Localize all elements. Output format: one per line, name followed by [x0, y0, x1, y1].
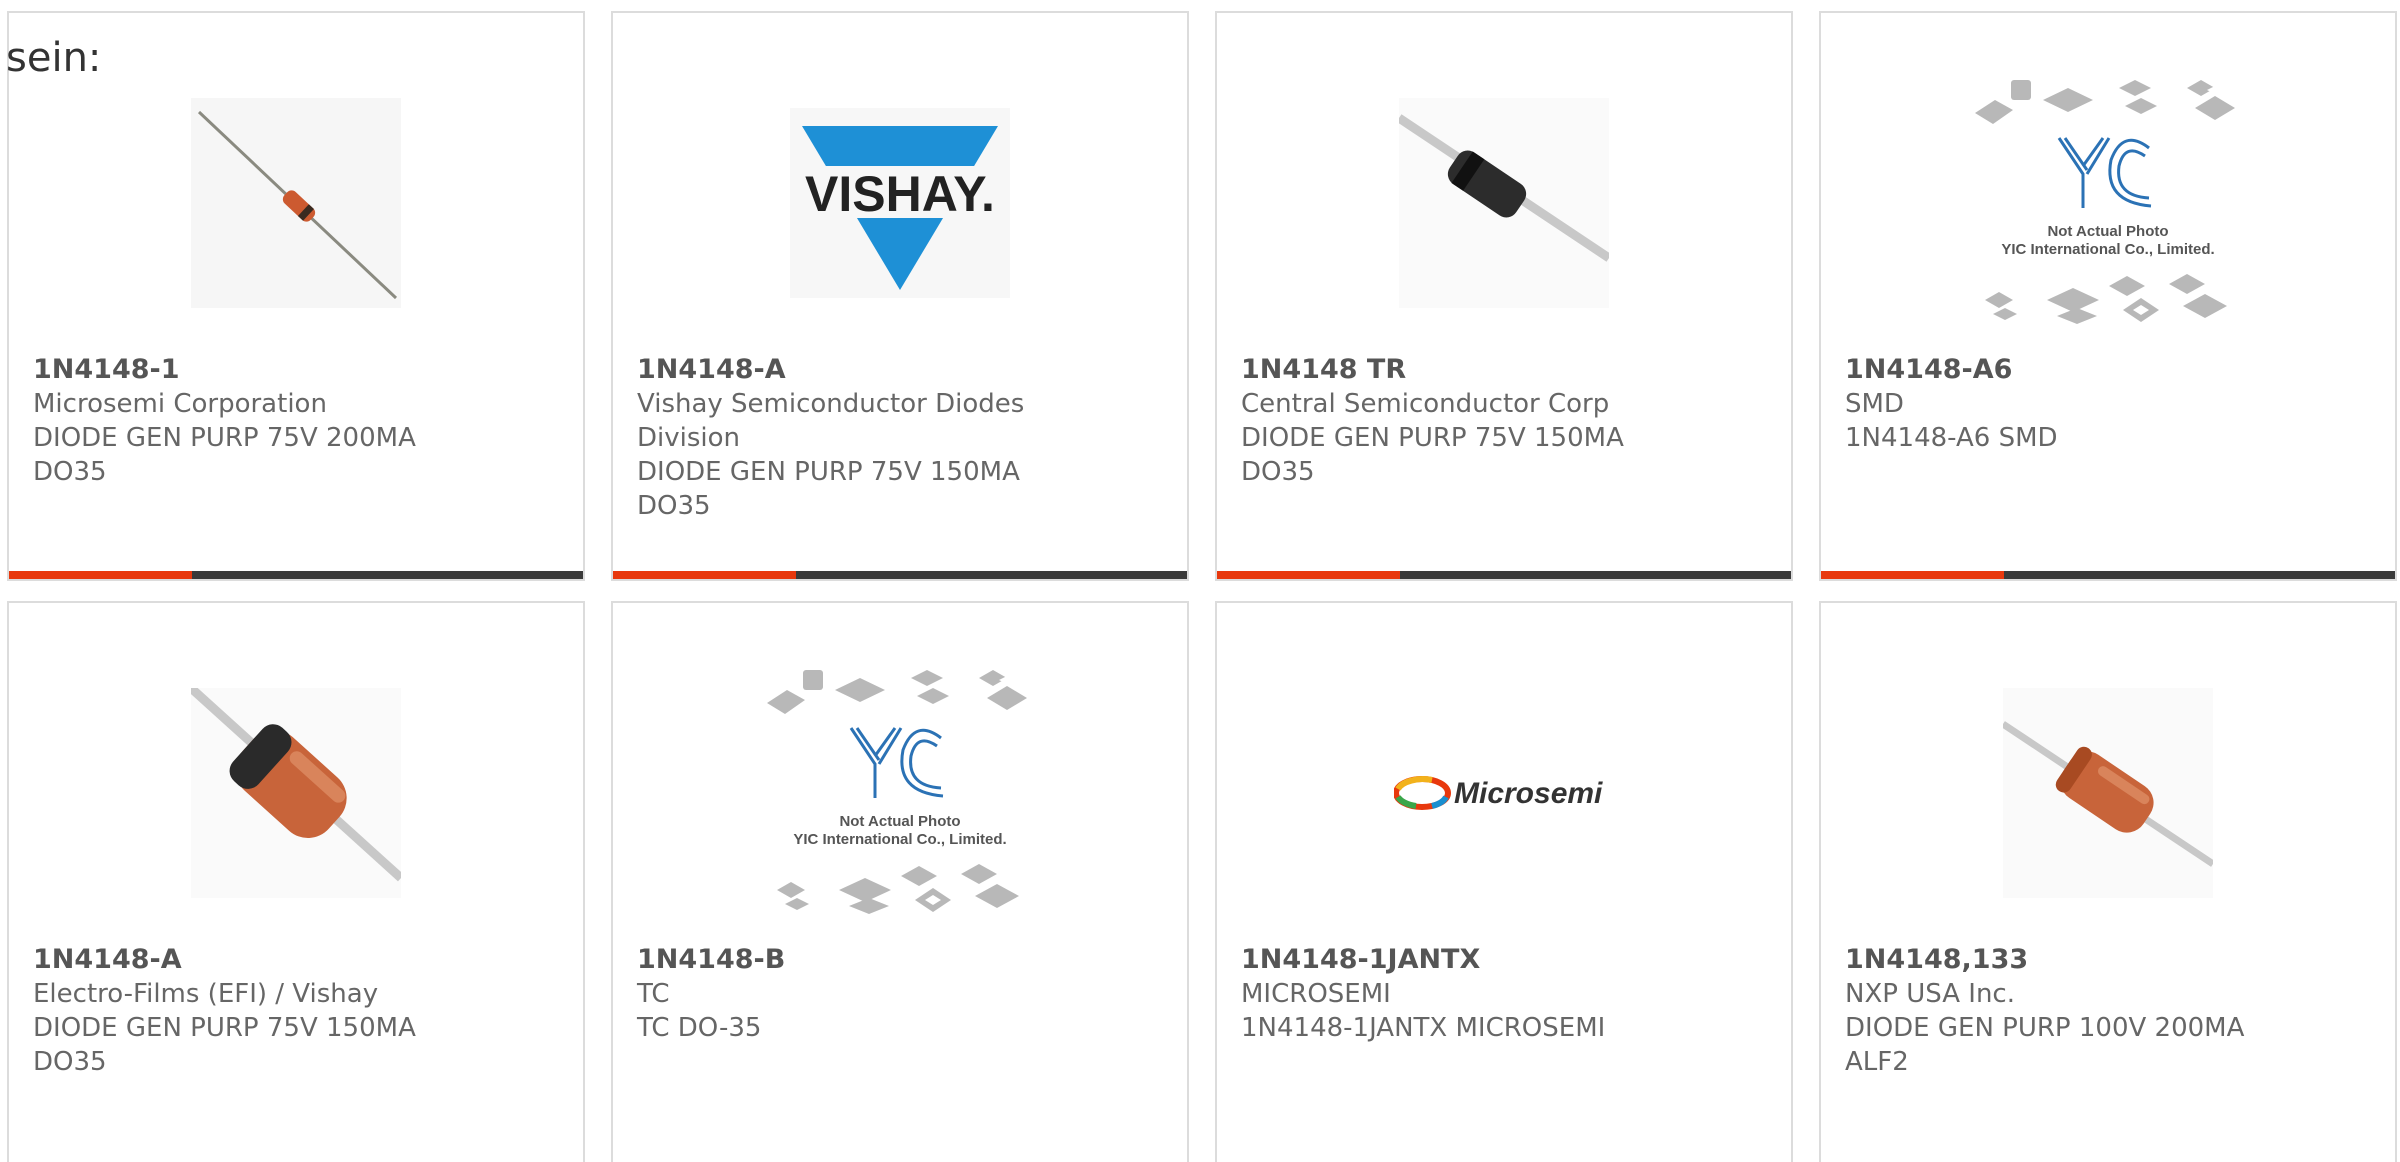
placeholder-text: Not Actual Photo [2047, 223, 2168, 240]
black-diode-photo-icon [1399, 98, 1609, 308]
part-number[interactable]: 1N4148-1JANTX [1241, 943, 1771, 977]
manufacturer: SMD [1845, 389, 1904, 419]
product-image[interactable] [9, 663, 583, 923]
description-line: 1N4148-1JANTX MICROSEMI [1241, 1013, 1606, 1043]
product-image[interactable]: Not Actual Photo YIC International Co., … [613, 663, 1187, 923]
product-info: 1N4148-1 Microsemi Corporation DIODE GEN… [33, 353, 563, 489]
orange-diode-photo-icon [191, 688, 401, 898]
product-card[interactable]: 1N4148 TR Central Semiconductor Corp DIO… [1215, 11, 1793, 581]
yic-placeholder-icon: Not Actual Photo YIC International Co., … [1973, 78, 2243, 328]
product-info: 1N4148-A Vishay Semiconductor Diodes Div… [637, 353, 1167, 523]
product-info: 1N4148-1JANTX MICROSEMI 1N4148-1JANTX MI… [1241, 943, 1771, 1045]
product-card[interactable]: Microsemi 1N4148-1JANTX MICROSEMI 1N4148… [1215, 601, 1793, 1162]
manufacturer: Electro-Films (EFI) / Vishay [33, 979, 379, 1009]
product-info: 1N4148-A6 SMD 1N4148-A6 SMD [1845, 353, 2375, 455]
yic-placeholder-icon: Not Actual Photo YIC International Co., … [765, 668, 1035, 918]
part-number[interactable]: 1N4148-1 [33, 353, 563, 387]
small-glass-diode-photo-icon [191, 98, 401, 308]
manufacturer: TC [637, 979, 670, 1009]
product-card[interactable]: Not Actual Photo YIC International Co., … [1819, 11, 2397, 581]
description-line: ALF2 [1845, 1047, 1909, 1077]
vishay-logo-icon: VISHAY. [790, 108, 1010, 298]
microsemi-logo-icon: Microsemi [1394, 776, 1603, 810]
description-line: DO35 [33, 457, 107, 487]
manufacturer: Microsemi Corporation [33, 389, 327, 419]
product-card[interactable]: Not Actual Photo YIC International Co., … [611, 601, 1189, 1162]
product-card[interactable]: 1N4148-1 Microsemi Corporation DIODE GEN… [7, 11, 585, 581]
placeholder-text: Not Actual Photo [839, 813, 960, 830]
part-number[interactable]: 1N4148-A [637, 353, 1167, 387]
microsemi-logo-text: Microsemi [1454, 777, 1603, 810]
page: sein: 1N4148-1 Microsemi Corporation DIO… [0, 0, 2400, 1162]
product-image[interactable]: Microsemi [1217, 663, 1791, 923]
product-card[interactable]: 1N4148,133 NXP USA Inc. DIODE GEN PURP 1… [1819, 601, 2397, 1162]
vishay-logo-text: VISHAY. [805, 166, 995, 222]
part-number[interactable]: 1N4148-A [33, 943, 563, 977]
product-card[interactable]: 1N4148-A Electro-Films (EFI) / Vishay DI… [7, 601, 585, 1162]
part-number[interactable]: 1N4148-B [637, 943, 1167, 977]
description-line: DO35 [1241, 457, 1315, 487]
orange-diode-photo-icon [2003, 688, 2213, 898]
product-image[interactable] [1217, 73, 1791, 333]
product-info: 1N4148-A Electro-Films (EFI) / Vishay DI… [33, 943, 563, 1079]
intro-text: sein: [6, 35, 102, 81]
product-info: 1N4148 TR Central Semiconductor Corp DIO… [1241, 353, 1771, 489]
manufacturer: Vishay Semiconductor Diodes [637, 389, 1025, 419]
description-line: DO35 [33, 1047, 107, 1077]
description-line: DO35 [637, 491, 711, 521]
description-line: DIODE GEN PURP 75V 200MA [33, 423, 416, 453]
placeholder-text: YIC International Co., Limited. [2001, 241, 2214, 258]
description-line: DIODE GEN PURP 75V 150MA [637, 457, 1020, 487]
product-info: 1N4148-B TC TC DO-35 [637, 943, 1167, 1045]
part-number[interactable]: 1N4148-A6 [1845, 353, 2375, 387]
card-bottom-bar [1821, 571, 2395, 579]
manufacturer: Central Semiconductor Corp [1241, 389, 1610, 419]
part-number[interactable]: 1N4148,133 [1845, 943, 2375, 977]
card-accent [613, 571, 796, 579]
product-image[interactable]: VISHAY. [613, 73, 1187, 333]
card-accent [1821, 571, 2004, 579]
product-card[interactable]: VISHAY. 1N4148-A Vishay Semiconductor Di… [611, 11, 1189, 581]
product-image[interactable] [1821, 663, 2395, 923]
description-line: DIODE GEN PURP 75V 150MA [33, 1013, 416, 1043]
card-accent [1217, 571, 1400, 579]
product-grid: 1N4148-1 Microsemi Corporation DIODE GEN… [7, 11, 2400, 1162]
product-image[interactable] [9, 73, 583, 333]
card-bottom-bar [613, 571, 1187, 579]
product-info: 1N4148,133 NXP USA Inc. DIODE GEN PURP 1… [1845, 943, 2375, 1079]
placeholder-text: YIC International Co., Limited. [793, 831, 1006, 848]
description-line: TC DO-35 [637, 1013, 762, 1043]
manufacturer: MICROSEMI [1241, 979, 1391, 1009]
description-line: DIODE GEN PURP 100V 200MA [1845, 1013, 2245, 1043]
description-line: DIODE GEN PURP 75V 150MA [1241, 423, 1624, 453]
card-accent [9, 571, 192, 579]
product-image[interactable]: Not Actual Photo YIC International Co., … [1821, 73, 2395, 333]
manufacturer-continued: Division [637, 423, 741, 453]
part-number[interactable]: 1N4148 TR [1241, 353, 1771, 387]
card-bottom-bar [9, 571, 583, 579]
card-bottom-bar [1217, 571, 1791, 579]
description-line: 1N4148-A6 SMD [1845, 423, 2058, 453]
manufacturer: NXP USA Inc. [1845, 979, 2015, 1009]
